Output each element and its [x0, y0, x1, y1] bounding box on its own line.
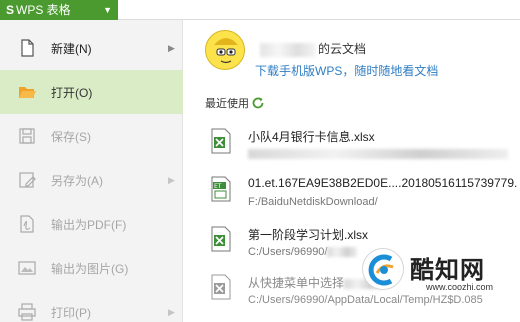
menu-item-export-pdf[interactable]: 输出为PDF(F)	[0, 202, 183, 246]
folder-open-icon	[19, 87, 36, 98]
menu-item-save-as[interactable]: 另存为(A) ▶	[0, 158, 183, 202]
print-icon	[18, 303, 36, 321]
menu-item-label: 打印(P)	[51, 305, 91, 320]
export-pdf-icon	[20, 215, 34, 233]
watermark-name: 酷知网	[410, 257, 485, 284]
watermark: 酷知网 www.coozhi.com	[362, 248, 512, 294]
app-title: WPS 表格	[16, 3, 71, 17]
export-image-icon	[18, 261, 36, 275]
menu-item-save[interactable]: 保存(S)	[0, 114, 183, 158]
menu-item-export-image[interactable]: 输出为图片(G)	[0, 246, 183, 290]
refresh-icon[interactable]	[251, 96, 265, 110]
coozhi-logo	[362, 248, 404, 290]
missing-file-icon	[211, 274, 231, 300]
et-file-icon: ET	[211, 176, 231, 202]
menu-item-label: 保存(S)	[51, 129, 91, 144]
menu-item-label: 另存为(A)	[51, 173, 103, 188]
file-path: C:/Users/96990/AppData/Local/Temp/HZ$D.0…	[248, 294, 483, 306]
watermark-url: www.coozhi.com	[426, 282, 494, 292]
file-path: C:/Users/96990/	[248, 246, 358, 258]
download-mobile-link[interactable]: 下载手机版WPS，随时随地看文档	[255, 62, 438, 79]
save-as-icon	[19, 172, 36, 188]
menu-item-print[interactable]: 打印(P) ▶	[0, 290, 183, 322]
menu-item-label: 输出为图片(G)	[51, 261, 129, 276]
file-name: 01.et.167EA9E38B2ED0E....201805161157397…	[248, 176, 518, 190]
menu-item-label: 新建(N)	[51, 41, 92, 56]
file-path	[248, 148, 508, 160]
svg-text:ET: ET	[214, 183, 222, 190]
chevron-right-icon: ▶	[168, 306, 175, 317]
save-icon	[19, 128, 35, 144]
menu-item-label: 输出为PDF(F)	[51, 217, 127, 232]
recent-file-item[interactable]: ET 01.et.167EA9E38B2ED0E....201805161157…	[210, 172, 520, 216]
menu-item-new[interactable]: 新建(N) ▶	[0, 26, 183, 70]
file-name: 小队4月银行卡信息.xlsx	[248, 130, 375, 144]
chevron-right-icon: ▶	[168, 174, 175, 185]
xlsx-file-icon	[211, 128, 231, 154]
file-path: F:/BaiduNetdiskDownload/	[248, 196, 378, 208]
file-menu: 新建(N) ▶ 打开(O) 保存(S) 另存为(A) ▶ 输出为PDF(F) 输…	[0, 20, 183, 322]
recent-header: 最近使用	[205, 95, 265, 111]
new-file-icon	[21, 39, 34, 57]
wps-logo: S	[6, 3, 15, 17]
coozhi-logo-icon	[368, 254, 394, 286]
blurred-username	[260, 42, 316, 57]
menu-item-label: 打开(O)	[51, 85, 93, 100]
chevron-down-icon: ▼	[103, 5, 112, 15]
chevron-right-icon: ▶	[168, 42, 175, 53]
recent-file-item[interactable]: 小队4月银行卡信息.xlsx	[210, 124, 520, 168]
menu-item-open[interactable]: 打开(O)	[0, 70, 183, 114]
avatar[interactable]	[205, 30, 245, 70]
app-menu-button[interactable]: S WPS 表格 ▼	[0, 0, 118, 20]
recent-heading: 最近使用	[205, 98, 249, 110]
cartoon-face-icon	[211, 38, 241, 68]
cloud-docs-title: 的云文档	[260, 40, 440, 57]
file-name: 第一阶段学习计划.xlsx	[248, 228, 369, 242]
xlsx-file-icon	[211, 226, 231, 252]
